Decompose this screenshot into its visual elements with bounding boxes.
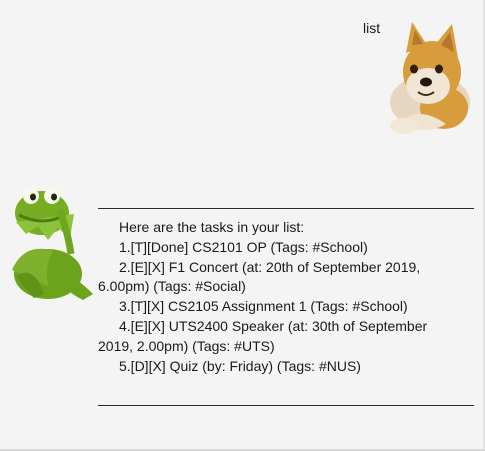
task-line-4-continued: 2019, 2.00pm) (Tags: #UTS) bbox=[98, 337, 275, 354]
user-message-text: list bbox=[363, 20, 381, 36]
task-line-2: 2.[E][X] F1 Concert (at: 20th of Septemb… bbox=[119, 258, 421, 275]
bot-dialog-box: Here are the tasks in your list: 1.[T][D… bbox=[0, 178, 485, 440]
bot-response-text: Here are the tasks in your list: 1.[T][D… bbox=[98, 208, 476, 407]
task-list-intro: Here are the tasks in your list: bbox=[119, 219, 305, 235]
task-line-1: 1.[T][Done] CS2101 OP (Tags: #School) bbox=[119, 238, 368, 255]
task-line-5: 5.[D][X] Quiz (by: Friday) (Tags: #NUS) bbox=[119, 357, 361, 374]
user-dialog-box: list bbox=[0, 0, 485, 150]
task-line-4: 4.[E][X] UTS2400 Speaker (at: 30th of Se… bbox=[119, 317, 428, 334]
bottom-divider-rule bbox=[98, 405, 474, 407]
task-line-3: 3.[T][X] CS2105 Assignment 1 (Tags: #Sch… bbox=[119, 298, 408, 315]
task-line-2-continued: 6.00pm) (Tags: #Social) bbox=[98, 278, 246, 295]
top-divider-rule bbox=[98, 208, 474, 209]
doge-avatar-icon bbox=[390, 22, 470, 134]
kermit-avatar-icon bbox=[12, 188, 93, 300]
